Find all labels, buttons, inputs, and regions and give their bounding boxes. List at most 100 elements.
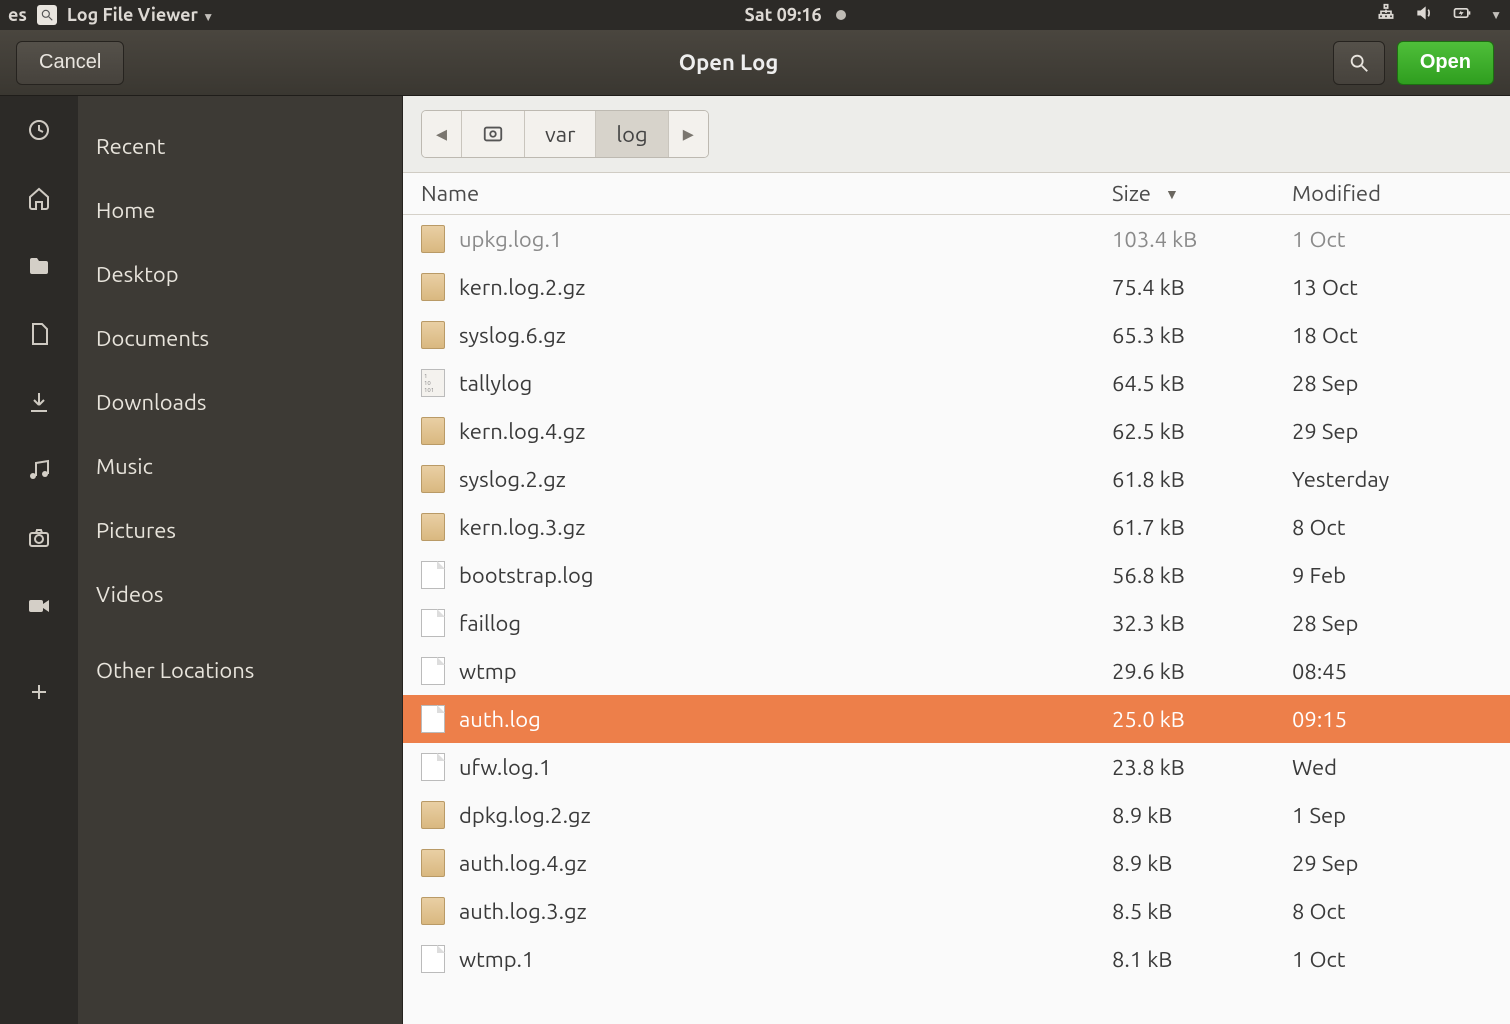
sidebar-item-label: Desktop (96, 262, 179, 287)
file-modified: 08:45 (1292, 659, 1492, 684)
file-row[interactable]: upkg.log.1 103.4 kB 1 Oct (403, 215, 1510, 263)
sidebar-icon-doc[interactable] (27, 322, 51, 350)
file-row[interactable]: ufw.log.1 23.8 kB Wed (403, 743, 1510, 791)
sidebar-icon-music[interactable] (27, 458, 51, 486)
sidebar-item-label: Music (96, 454, 153, 479)
file-modified: 29 Sep (1292, 851, 1492, 876)
dialog-headerbar: Cancel Open Log Open (0, 30, 1510, 96)
sidebar-item-desktop[interactable]: Desktop (78, 242, 402, 306)
search-icon (1348, 52, 1370, 74)
file-row[interactable]: kern.log.3.gz 61.7 kB 8 Oct (403, 503, 1510, 551)
file-size: 75.4 kB (1112, 275, 1292, 300)
app-icon (37, 5, 57, 25)
file-pane: ◂ varlog▸ Name Size ▼ Modified upkg.log.… (403, 96, 1510, 1024)
path-back-button[interactable]: ◂ (422, 111, 462, 157)
open-button[interactable]: Open (1397, 41, 1494, 85)
sidebar-item-label: Documents (96, 326, 209, 351)
path-root-button[interactable] (462, 111, 525, 157)
sidebar-icon-home[interactable] (27, 186, 51, 214)
path-segment-log[interactable]: log (596, 111, 668, 157)
file-modified: Yesterday (1292, 467, 1492, 492)
sidebar-item-other locations[interactable]: Other Locations (78, 638, 402, 702)
file-name: wtmp (459, 659, 517, 684)
file-modified: 1 Oct (1292, 947, 1492, 972)
clock[interactable]: Sat 09:16 (744, 5, 821, 25)
col-size-header[interactable]: Size ▼ (1112, 181, 1292, 206)
sidebar-item-recent[interactable]: Recent (78, 114, 402, 178)
app-menu[interactable]: Log File Viewer ▼ (67, 5, 214, 25)
path-forward-button[interactable]: ▸ (669, 111, 708, 157)
pkg-file-icon (421, 513, 445, 541)
file-size: 61.7 kB (1112, 515, 1292, 540)
sidebar-item-label: Videos (96, 582, 163, 607)
battery-icon[interactable] (1452, 3, 1472, 27)
sidebar-icon-download[interactable] (27, 390, 51, 418)
col-modified-header[interactable]: Modified (1292, 181, 1492, 206)
file-name: bootstrap.log (459, 563, 594, 588)
dialog-body: Recent Home Desktop Documents Downloads … (0, 96, 1510, 1024)
file-name: kern.log.4.gz (459, 419, 585, 444)
sidebar-item-home[interactable]: Home (78, 178, 402, 242)
doc-file-icon (421, 609, 445, 637)
sidebar-icon-camera[interactable] (27, 526, 51, 554)
file-size: 103.4 kB (1112, 227, 1292, 252)
volume-icon[interactable] (1414, 3, 1434, 27)
sidebar-icon-clock[interactable] (27, 118, 51, 146)
app-menu-label: Log File Viewer (67, 5, 198, 25)
sidebar-item-music[interactable]: Music (78, 434, 402, 498)
file-row[interactable]: auth.log.3.gz 8.5 kB 8 Oct (403, 887, 1510, 935)
pkg-file-icon (421, 465, 445, 493)
sidebar-item-label: Other Locations (96, 658, 254, 683)
topbar-left-text: es (8, 5, 27, 25)
sidebar-icon-rail (0, 96, 78, 1024)
file-name: syslog.6.gz (459, 323, 566, 348)
sidebar-item-downloads[interactable]: Downloads (78, 370, 402, 434)
sidebar-item-videos[interactable]: Videos (78, 562, 402, 626)
file-size: 8.9 kB (1112, 803, 1292, 828)
cancel-button[interactable]: Cancel (16, 41, 124, 85)
pkg-file-icon (421, 321, 445, 349)
file-row[interactable]: bootstrap.log 56.8 kB 9 Feb (403, 551, 1510, 599)
pkg-file-icon (421, 801, 445, 829)
sidebar-icon-folder[interactable] (27, 254, 51, 282)
sidebar-item-pictures[interactable]: Pictures (78, 498, 402, 562)
file-row[interactable]: wtmp 29.6 kB 08:45 (403, 647, 1510, 695)
file-row[interactable]: syslog.6.gz 65.3 kB 18 Oct (403, 311, 1510, 359)
file-size: 8.1 kB (1112, 947, 1292, 972)
sidebar-icon-video[interactable] (27, 594, 51, 622)
network-icon[interactable] (1376, 3, 1396, 27)
system-menu-chevron-icon[interactable]: ▼ (1490, 8, 1502, 22)
pkg-file-icon (421, 897, 445, 925)
file-modified: 13 Oct (1292, 275, 1492, 300)
file-name: auth.log.3.gz (459, 899, 587, 924)
path-segment-var[interactable]: var (525, 111, 596, 157)
dialog-title: Open Log (136, 50, 1321, 75)
sidebar: Recent Home Desktop Documents Downloads … (78, 96, 403, 1024)
file-modified: 09:15 (1292, 707, 1492, 732)
file-row[interactable]: tallylog 64.5 kB 28 Sep (403, 359, 1510, 407)
file-modified: 8 Oct (1292, 899, 1492, 924)
file-row[interactable]: kern.log.4.gz 62.5 kB 29 Sep (403, 407, 1510, 455)
file-name: auth.log.4.gz (459, 851, 587, 876)
file-row[interactable]: syslog.2.gz 61.8 kB Yesterday (403, 455, 1510, 503)
sidebar-icon-plus[interactable] (27, 680, 51, 708)
file-name: kern.log.2.gz (459, 275, 585, 300)
file-size: 8.9 kB (1112, 851, 1292, 876)
file-size: 62.5 kB (1112, 419, 1292, 444)
file-row[interactable]: auth.log 25.0 kB 09:15 (403, 695, 1510, 743)
file-name: faillog (459, 611, 521, 636)
gnome-topbar: es Log File Viewer ▼ Sat 09:16 ▼ (0, 0, 1510, 30)
col-name-header[interactable]: Name (421, 181, 1112, 206)
file-list[interactable]: upkg.log.1 103.4 kB 1 Oct kern.log.2.gz … (403, 215, 1510, 1024)
file-row[interactable]: wtmp.1 8.1 kB 1 Oct (403, 935, 1510, 983)
file-row[interactable]: auth.log.4.gz 8.9 kB 29 Sep (403, 839, 1510, 887)
file-size: 65.3 kB (1112, 323, 1292, 348)
file-modified: Wed (1292, 755, 1492, 780)
file-size: 25.0 kB (1112, 707, 1292, 732)
file-row[interactable]: kern.log.2.gz 75.4 kB 13 Oct (403, 263, 1510, 311)
bin-file-icon (421, 369, 445, 397)
sidebar-item-documents[interactable]: Documents (78, 306, 402, 370)
search-button[interactable] (1333, 41, 1385, 85)
file-row[interactable]: faillog 32.3 kB 28 Sep (403, 599, 1510, 647)
file-row[interactable]: dpkg.log.2.gz 8.9 kB 1 Sep (403, 791, 1510, 839)
